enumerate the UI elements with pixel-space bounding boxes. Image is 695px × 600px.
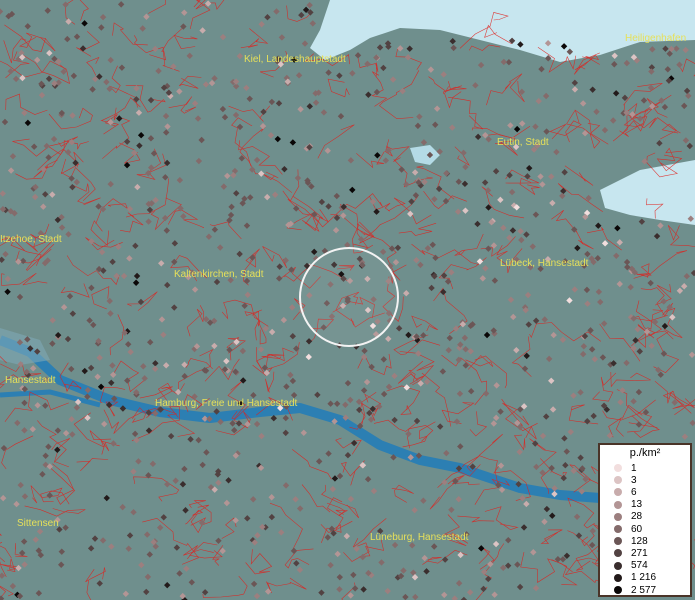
legend-swatch <box>614 512 622 521</box>
legend-value: 271 <box>631 547 648 559</box>
legend-entry: 6 <box>614 486 637 498</box>
place-label-luebeck: Lübeck, Hansestadt <box>500 258 589 269</box>
legend-value: 6 <box>631 486 637 498</box>
legend-swatch <box>614 464 622 472</box>
place-label-lueneburg: Lüneburg, Hansestadt <box>370 532 469 543</box>
legend-entry: 28 <box>614 511 642 523</box>
place-label-kiel: Kiel, Landeshauptstadt <box>244 54 346 65</box>
legend-value: 574 <box>631 560 648 572</box>
legend-value: 60 <box>631 523 643 535</box>
place-label-sittensen: Sittensen <box>17 518 59 529</box>
legend-value: 1 216 <box>631 572 657 584</box>
legend-entry: 3 <box>614 474 637 486</box>
selection-circle[interactable] <box>299 247 399 347</box>
legend-entry: 60 <box>614 523 642 535</box>
density-legend: p./km² 1 3 6 13 28 60 128 271 574 1 216 2 577 <box>598 443 692 597</box>
legend-title: p./km² <box>629 447 661 459</box>
legend-entry: 1 <box>614 462 637 474</box>
place-label-hamburg: Hamburg, Freie und Hansestadt <box>155 398 298 409</box>
map-canvas[interactable] <box>0 0 695 600</box>
legend-swatch <box>614 537 622 546</box>
legend-value: 28 <box>631 511 643 523</box>
legend-swatch <box>614 561 622 570</box>
legend-value: 3 <box>631 474 637 486</box>
legend-value: 1 <box>631 462 637 474</box>
place-label-hansestadt: Hansestadt <box>5 375 56 386</box>
legend-swatch <box>614 525 622 533</box>
legend-value: 128 <box>631 535 648 547</box>
legend-entry: 271 <box>614 547 648 559</box>
legend-swatch <box>614 549 622 558</box>
legend-swatch <box>614 488 622 497</box>
legend-entry: 128 <box>614 535 648 547</box>
place-label-itzehoe: Itzehoe, Stadt <box>0 234 62 245</box>
place-label-kaltenkirchen: Kaltenkirchen, Stadt <box>174 269 264 280</box>
legend-swatch <box>614 586 622 594</box>
legend-entry: 574 <box>614 560 648 572</box>
legend-swatch <box>614 476 622 485</box>
place-label-eutin: Eutin, Stadt <box>497 137 549 148</box>
legend-value: 13 <box>631 499 643 511</box>
legend-value: 2 577 <box>631 584 657 596</box>
legend-swatch <box>614 573 622 582</box>
place-label-heiligenhafen: Heiligenhafen <box>625 33 687 44</box>
legend-entry: 1 216 <box>614 572 656 584</box>
legend-entry: 13 <box>614 499 642 511</box>
legend-entry: 2 577 <box>614 584 656 596</box>
legend-swatch <box>614 500 622 509</box>
